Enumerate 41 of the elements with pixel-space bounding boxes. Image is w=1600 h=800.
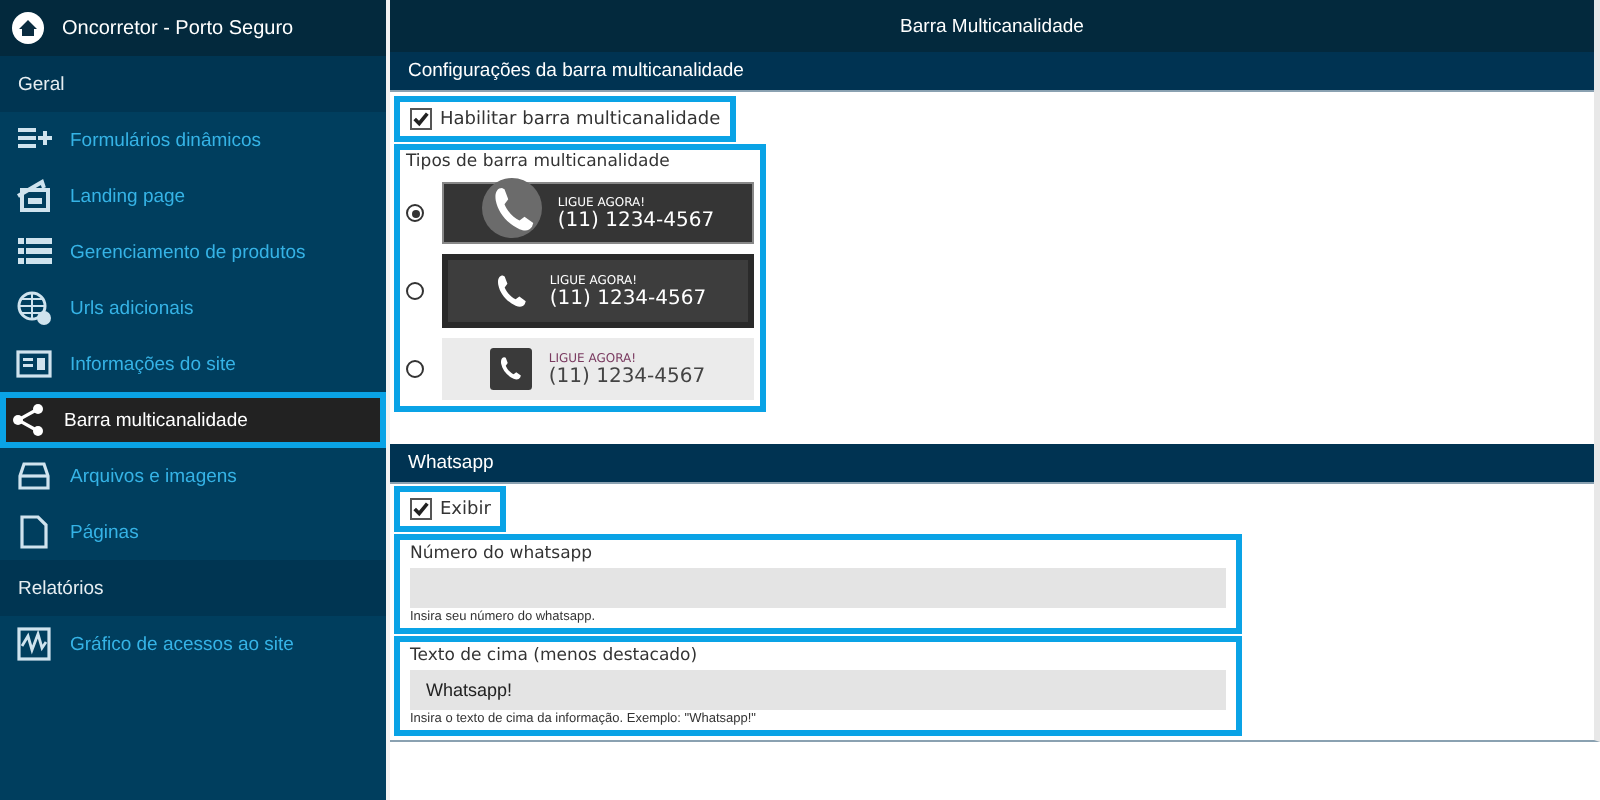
page-title: Barra Multicanalidade [900,15,1084,37]
app-title: Oncorretor - Porto Seguro [62,17,294,39]
phone-icon [481,177,542,237]
field-label: Texto de cima (menos destacado) [410,646,700,666]
id-card-icon [16,346,52,382]
phone-icon [490,348,533,390]
section-heading: Relatórios [18,577,104,599]
section-title: Whatsapp [408,452,494,474]
drive-icon [16,458,52,494]
phone-number: (11) 1234-4567 [548,365,706,387]
list-icon [16,234,52,270]
checkbox[interactable] [410,498,432,520]
sidebar-item[interactable]: Formulários dinâmicos [0,112,386,168]
chart-icon [16,626,52,662]
field-label: Número do whatsapp [410,544,595,564]
home-icon [12,12,44,44]
sidebar-item[interactable]: Informações do site [0,336,386,392]
input-field[interactable]: Whatsapp! [410,670,1226,710]
section-title: Configurações da barra multicanalidade [408,60,744,82]
radio-button[interactable] [406,282,424,300]
document-icon [16,514,52,550]
checkbox-label: Habilitar barra multicanalidade [440,109,721,129]
group-label: Tipos de barra multicanalidade [406,152,672,172]
sidebar-item[interactable]: Gráfico de acessos ao site [0,616,386,672]
sidebar-item[interactable]: Landing page [0,168,386,224]
sidebar-item[interactable]: Barra multicanalidade [6,398,380,442]
checkbox-label: Exibir [440,499,491,519]
section-heading: Geral [18,73,65,95]
browser-icon [16,178,52,214]
sidebar-item[interactable]: Páginas [0,504,386,560]
globe-icon [16,290,52,326]
sidebar-item[interactable]: Urls adicionais [0,280,386,336]
input-field[interactable] [410,568,1226,608]
checkbox[interactable] [410,108,432,130]
share-icon [10,402,46,438]
sidebar-item[interactable]: Arquivos e imagens [0,448,386,504]
phone-number: (11) 1234-4567 [549,287,707,309]
sidebar-item[interactable]: Gerenciamento de produtos [0,224,386,280]
phone-number: (11) 1234-4567 [557,209,715,231]
radio-button[interactable] [406,360,424,378]
radio-button[interactable] [406,204,424,222]
